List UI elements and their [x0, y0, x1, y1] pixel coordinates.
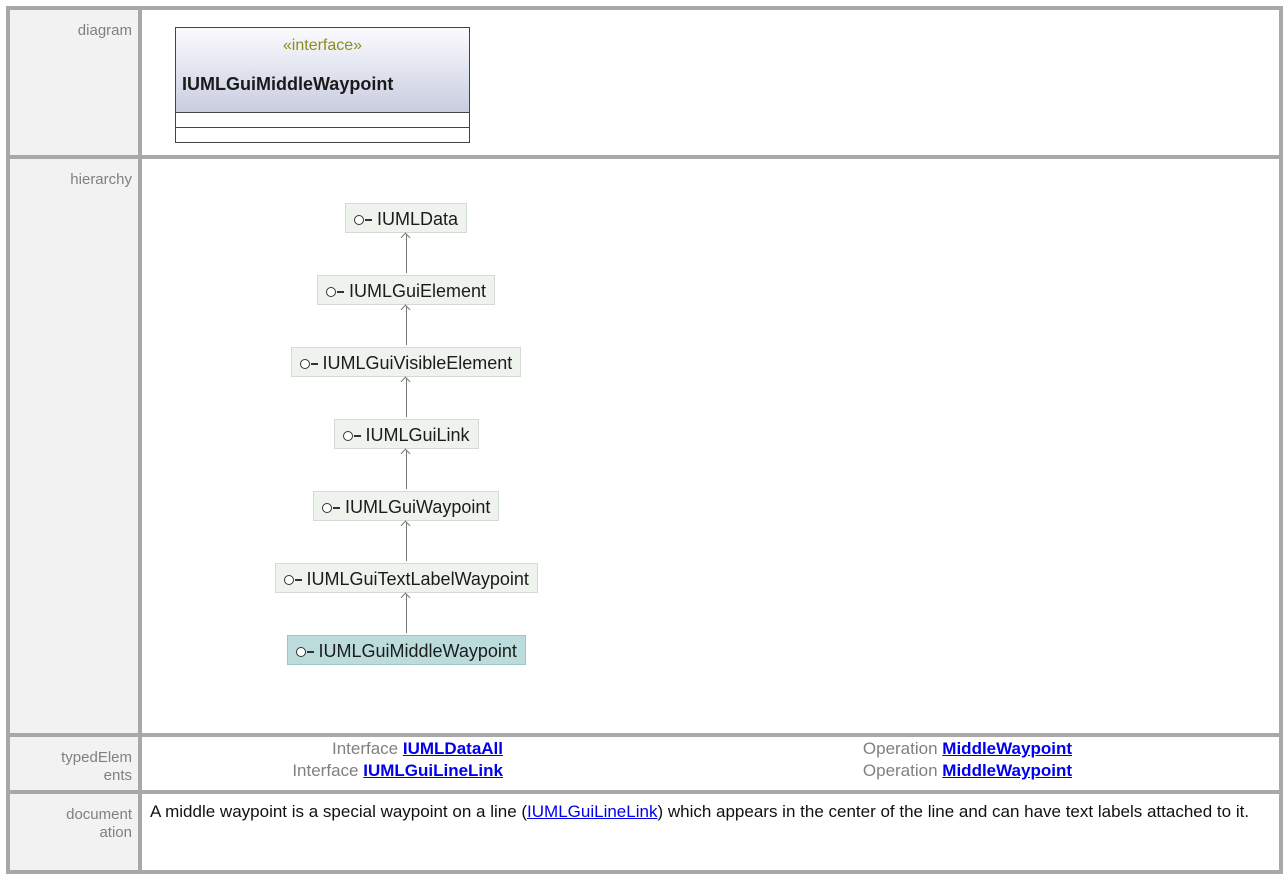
interface-lollipop-icon	[342, 429, 363, 443]
interface-lollipop-icon	[322, 501, 342, 515]
hierarchy-node[interactable]: IUMLGuiWaypoint	[313, 491, 500, 521]
uml-operations-compartment	[176, 128, 469, 142]
uml-class-box[interactable]: «interface» IUMLGuiMiddleWaypoint	[175, 27, 470, 143]
typed-interface-entry-2: Interface IUMLGuiLineLink	[292, 761, 503, 781]
generalization-arrow	[406, 523, 407, 561]
typed-interface-entry-1: Interface IUMLDataAll	[332, 739, 503, 759]
interface-lollipop-icon	[354, 213, 374, 227]
uml-class-name: IUMLGuiMiddleWaypoint	[182, 74, 394, 94]
generalization-arrow	[406, 451, 407, 489]
properties-table: diagram «interface» IUMLGuiMiddleWaypoin…	[6, 6, 1283, 874]
hierarchy-node-label: IUMLGuiVisibleElement	[322, 353, 513, 373]
typed-operation-link[interactable]: MiddleWaypoint	[942, 739, 1072, 758]
interface-lollipop-icon	[326, 285, 346, 299]
interface-lollipop-icon	[299, 357, 320, 371]
uml-attributes-compartment	[176, 113, 469, 128]
hierarchy-node-label: IUMLGuiTextLabelWaypoint	[306, 569, 529, 589]
interface-lollipop-icon	[295, 645, 316, 659]
uml-stereotype: «interface»	[282, 37, 363, 54]
hierarchy-node[interactable]: IUMLData	[345, 203, 468, 233]
hierarchy-node[interactable]: IUMLGuiMiddleWaypoint	[286, 635, 526, 665]
documentation-label-line1: document	[66, 806, 132, 823]
diagram-label: diagram	[10, 10, 138, 155]
hierarchy-node[interactable]: IUMLGuiLink	[333, 419, 479, 449]
documentation-label-line2: ation	[99, 824, 132, 841]
typed-elements-row: typedElem ents Interface IUMLDataAll Int…	[10, 737, 1279, 790]
documentation-cell: A middle waypoint is a special waypoint …	[142, 794, 1279, 870]
typed-op-kind: Operation	[862, 761, 938, 780]
typed-elements-label-line1: typedElem	[61, 749, 132, 766]
generalization-arrow	[406, 307, 407, 345]
typed-elements-label-line2: ents	[103, 767, 132, 784]
typed-interface-link[interactable]: IUMLDataAll	[403, 739, 503, 758]
hierarchy-node-label: IUMLGuiMiddleWaypoint	[318, 641, 517, 661]
typed-op-kind: Operation	[862, 739, 938, 758]
documentation-text-before: A middle waypoint is a special waypoint …	[150, 802, 528, 821]
typed-kind: Interface	[292, 761, 359, 780]
typed-operation-entry-1: Operation MiddleWaypoint	[863, 739, 1072, 759]
hierarchy-node-label: IUMLGuiLink	[365, 425, 470, 445]
typed-elements-label: typedElem ents	[10, 737, 138, 790]
interface-lollipop-icon	[283, 573, 304, 587]
documentation-text-after: ) which appears in the center of the lin…	[657, 802, 1250, 821]
hierarchy-node-label: IUMLGuiWaypoint	[345, 497, 491, 517]
generalization-arrow	[406, 379, 407, 417]
documentation-label: document ation	[10, 794, 138, 870]
hierarchy-label: hierarchy	[10, 159, 138, 733]
generalization-arrow	[406, 235, 407, 273]
typed-elements-cell: Interface IUMLDataAll Interface IUMLGuiL…	[142, 737, 1279, 790]
hierarchy-row: hierarchy IUMLData IUMLGuiElement IUMLGuiV…	[10, 159, 1279, 733]
typed-operation-link[interactable]: MiddleWaypoint	[942, 761, 1072, 780]
hierarchy-cell: IUMLData IUMLGuiElement IUMLGuiVisibleElem…	[142, 159, 1279, 733]
generalization-arrow	[406, 595, 407, 633]
uml-class-header: «interface» IUMLGuiMiddleWaypoint	[176, 28, 469, 113]
typed-kind: Interface	[331, 739, 399, 758]
diagram-cell: «interface» IUMLGuiMiddleWaypoint	[142, 10, 1279, 155]
documentation-row: document ation A middle waypoint is a sp…	[10, 794, 1279, 870]
hierarchy-node-label: IUMLGuiElement	[349, 281, 487, 301]
hierarchy-node[interactable]: IUMLGuiTextLabelWaypoint	[274, 563, 538, 593]
typed-operation-entry-2: Operation MiddleWaypoint	[863, 761, 1072, 781]
hierarchy-node-label: IUMLData	[377, 209, 459, 229]
hierarchy-node[interactable]: IUMLGuiElement	[317, 275, 496, 305]
documentation-link[interactable]: IUMLGuiLineLink	[527, 802, 657, 821]
typed-interface-link[interactable]: IUMLGuiLineLink	[363, 761, 503, 780]
hierarchy-node[interactable]: IUMLGuiVisibleElement	[290, 347, 522, 377]
diagram-row: diagram «interface» IUMLGuiMiddleWaypoin…	[10, 10, 1279, 155]
